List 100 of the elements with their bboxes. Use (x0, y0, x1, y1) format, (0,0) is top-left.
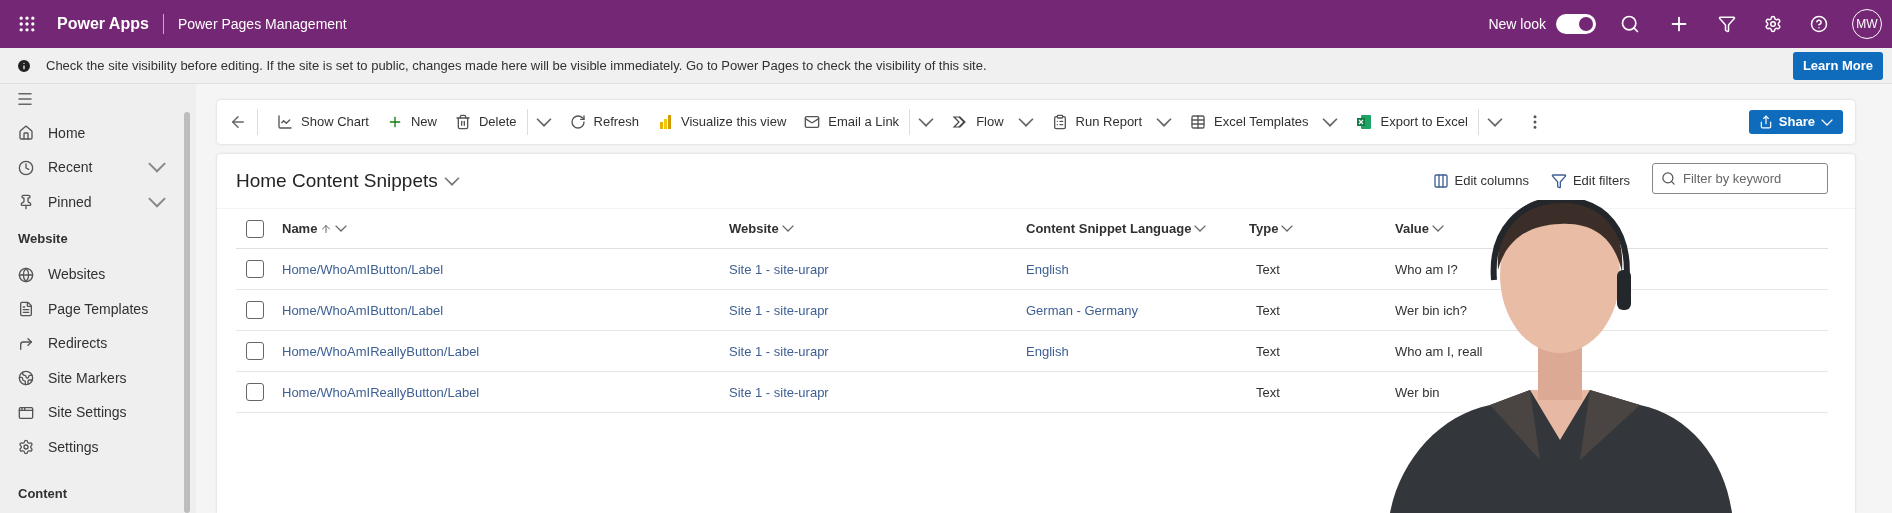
section-heading: Website (18, 229, 68, 248)
table-cell: Wer bin (1395, 385, 1440, 400)
nav-item[interactable]: Page Templates (0, 292, 196, 327)
toolbar-icon (569, 114, 586, 130)
nav-icon (18, 125, 34, 142)
nav-item[interactable]: Pinned (0, 185, 196, 220)
columns-icon (1432, 173, 1449, 189)
chevron-down-icon (1156, 117, 1173, 127)
toolbar-icon (657, 114, 674, 130)
notice-text: Check the site visibility before editing. If the site is set to public, changes made here will be visible immediately. Go to Power Pages to check the visibility of this site. (46, 56, 987, 75)
toolbar-button[interactable]: Export to Excel (1347, 106, 1512, 138)
search-icon (1661, 170, 1676, 186)
share-button[interactable]: Share (1748, 110, 1843, 134)
chevron-down-icon (1322, 117, 1339, 127)
toolbar-icon (1356, 114, 1373, 130)
toolbar-icon (1190, 114, 1207, 130)
nav-icon (18, 335, 34, 352)
view-selector-icon[interactable] (443, 176, 460, 186)
nav-item[interactable]: Site Markers (0, 361, 196, 396)
toolbar-button[interactable]: Visualize this view (648, 106, 796, 138)
checkbox[interactable] (246, 342, 264, 360)
record-link[interactable]: English (1026, 344, 1069, 359)
chevron-down-icon (335, 225, 348, 232)
nav-icon (18, 194, 34, 211)
nav-item[interactable]: Recent (0, 150, 196, 185)
table-cell: Text (1256, 344, 1280, 359)
table-cell: Text (1256, 303, 1280, 318)
page-title: Power Pages Management (177, 14, 347, 34)
toolbar-button[interactable]: Excel Templates (1181, 106, 1348, 138)
record-link[interactable]: Home/WhoAmIReallyButton/Label (282, 385, 480, 400)
record-link[interactable]: Site 1 - site-urapr (729, 303, 829, 318)
column-header[interactable]: Name (282, 218, 348, 239)
nav-icon (18, 159, 34, 176)
search-icon[interactable] (1620, 14, 1640, 34)
learn-more-button[interactable]: Learn More (1792, 51, 1883, 80)
nav-item[interactable]: Home (0, 116, 196, 151)
table-cell: Text (1256, 262, 1280, 277)
more-options-icon[interactable] (918, 117, 935, 127)
chevron-down-icon (148, 196, 166, 208)
column-header[interactable]: Type (1249, 218, 1294, 239)
record-link[interactable]: Home/WhoAmIButton/Label (282, 262, 444, 277)
toolbar-icon (1051, 114, 1068, 130)
toolbar-button[interactable]: Delete (445, 106, 561, 138)
record-link[interactable]: Home/WhoAmIButton/Label (282, 303, 444, 318)
toolbar-button[interactable]: New (377, 106, 446, 138)
new-look-toggle[interactable] (1556, 14, 1596, 34)
record-link[interactable]: Home/WhoAmIReallyButton/Label (282, 344, 480, 359)
toolbar-button[interactable]: Flow (943, 106, 1043, 138)
toolbar-icon (454, 114, 471, 130)
record-link[interactable]: English (1026, 262, 1069, 277)
grid-action-button[interactable]: Edit filters (1550, 171, 1630, 191)
info-icon (16, 57, 32, 74)
app-name[interactable]: Power Apps (57, 12, 149, 36)
checkbox[interactable] (246, 383, 264, 401)
toolbar-icon (804, 114, 821, 130)
menu-icon[interactable] (16, 90, 34, 108)
table-cell: Who am I, reall (1395, 344, 1483, 359)
settings-icon[interactable] (1764, 15, 1782, 33)
grid-action-button[interactable]: Edit columns (1432, 171, 1529, 191)
nav-icon (18, 301, 34, 318)
nav-icon (18, 370, 34, 387)
nav-icon (18, 266, 34, 283)
filter-icon[interactable] (1718, 15, 1736, 33)
record-link[interactable]: German - Germany (1026, 303, 1138, 318)
toolbar-button[interactable]: Refresh (560, 106, 649, 138)
scrollbar[interactable] (184, 112, 190, 513)
nav-item[interactable]: Site Settings (0, 395, 196, 430)
record-link[interactable]: Site 1 - site-urapr (729, 262, 829, 277)
chevron-down-icon (1431, 225, 1444, 232)
nav-item[interactable]: Redirects (0, 326, 196, 361)
column-header[interactable]: Value (1395, 218, 1444, 239)
nav-item[interactable]: Websites (0, 257, 196, 292)
chevron-down-icon (1281, 225, 1294, 232)
chevron-down-icon (1017, 117, 1034, 127)
chevron-down-icon (1194, 225, 1207, 232)
nav-item[interactable]: Settings (0, 430, 196, 465)
toolbar-icon (277, 114, 293, 130)
new-look-label: New look (1488, 14, 1546, 34)
column-header[interactable]: Website (729, 218, 794, 239)
checkbox[interactable] (246, 301, 264, 319)
record-link[interactable]: Site 1 - site-urapr (729, 344, 829, 359)
keyword-filter-field[interactable]: Filter by keyword (1652, 162, 1828, 194)
help-icon[interactable] (1810, 15, 1828, 33)
app-launcher-icon[interactable] (17, 14, 37, 34)
nav-icon (18, 439, 34, 456)
share-icon (1758, 115, 1773, 129)
toolbar-button[interactable]: Run Report (1042, 106, 1182, 138)
checkbox[interactable] (246, 260, 264, 278)
toolbar-button[interactable]: Email a Link (795, 106, 944, 138)
nav-icon (18, 404, 34, 421)
toolbar-button[interactable]: Show Chart (268, 106, 378, 138)
checkbox[interactable] (246, 219, 264, 238)
more-options-icon[interactable] (535, 117, 552, 127)
more-options-icon[interactable] (1486, 117, 1503, 127)
record-link[interactable]: Site 1 - site-urapr (729, 385, 829, 400)
chevron-down-icon (781, 225, 794, 232)
table-cell: Who am I? (1395, 262, 1458, 277)
back-icon[interactable] (229, 113, 247, 131)
column-header[interactable]: Content Snippet Language (1026, 218, 1207, 239)
view-title[interactable]: Home Content Snippets (236, 166, 438, 196)
